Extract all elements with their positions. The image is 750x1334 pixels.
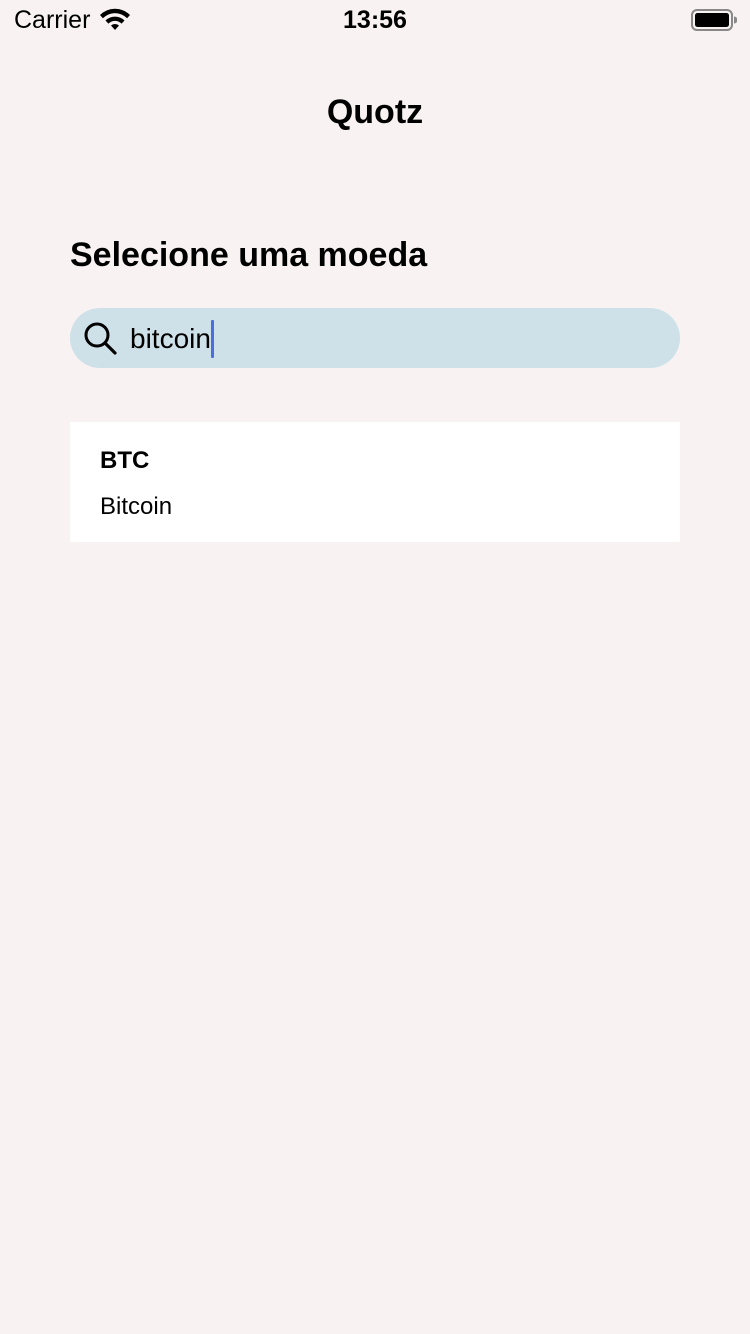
text-caret: [210, 320, 214, 358]
clock: 13:56: [343, 6, 407, 34]
currency-code: BTC: [100, 447, 150, 474]
search-input[interactable]: bitcoin: [130, 320, 214, 358]
search-input-value: bitcoin: [130, 323, 211, 354]
page-title: Selecione uma moeda: [70, 236, 428, 274]
search-bar[interactable]: bitcoin: [70, 308, 680, 368]
battery-full-icon: [691, 9, 737, 31]
currency-name: Bitcoin: [100, 493, 173, 520]
list-item[interactable]: BTC Bitcoin: [70, 422, 680, 542]
status-bar: Carrier 13:56: [0, 0, 750, 40]
search-icon: [84, 322, 117, 355]
app-title: Quotz: [326, 93, 424, 131]
